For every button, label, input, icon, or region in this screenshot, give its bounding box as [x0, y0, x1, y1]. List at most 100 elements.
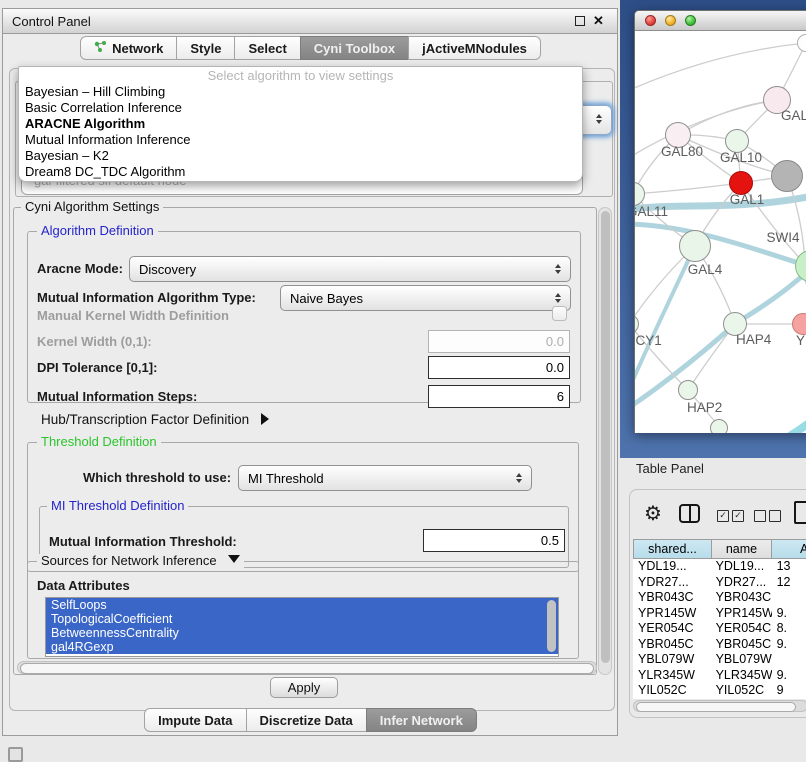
node-label: GAL1: [725, 192, 769, 207]
select-all-columns-icon[interactable]: ✓✓: [717, 510, 744, 522]
network-canvas[interactable]: GAL GAL80 GAL10 GAL1 GAL11 SWI4 GAL4 GCY…: [635, 32, 806, 433]
network-node-gray[interactable]: [771, 160, 803, 192]
table-row[interactable]: YDR27...YDR27...12: [633, 575, 806, 591]
cyni-algorithm-settings-title: Cyni Algorithm Settings: [21, 200, 163, 214]
mi-threshold-input[interactable]: [423, 529, 565, 552]
table-row[interactable]: YBL079WYBL079W: [633, 652, 806, 668]
attribute-item[interactable]: TopologicalCoefficient: [46, 612, 558, 626]
node-label: HAP4: [736, 332, 771, 347]
table-row[interactable]: YPR145WYPR145W9.: [633, 606, 806, 622]
attributes-list-scrollbar-thumb[interactable]: [547, 600, 556, 652]
expand-down-icon: [228, 555, 240, 563]
node-label: GAL4: [683, 262, 727, 277]
manual-kernel-width-checkbox: [552, 306, 567, 321]
tab-style[interactable]: Style: [176, 36, 235, 60]
threshold-definition-title: Threshold Definition: [37, 435, 161, 449]
settings-vertical-scrollbar[interactable]: [598, 207, 612, 675]
algorithm-option[interactable]: Mutual Information Inference: [19, 132, 582, 148]
table-row[interactable]: YER054CYER054C8.: [633, 621, 806, 637]
column-header-shared[interactable]: shared...: [633, 539, 712, 559]
which-threshold-combobox[interactable]: MI Threshold: [238, 465, 532, 491]
kernel-width-input: [428, 330, 570, 353]
which-threshold-value: MI Threshold: [248, 471, 324, 486]
table-hscrollbar-thumb[interactable]: [636, 702, 796, 712]
node-label: GAL10: [715, 150, 767, 165]
tab-jactivemnodules[interactable]: jActiveMNodules: [408, 36, 541, 60]
sources-group-title[interactable]: Sources for Network Inference: [37, 554, 244, 568]
kernel-width-label: Kernel Width (0,1):: [37, 334, 152, 349]
mi-threshold-group-title: MI Threshold Definition: [47, 499, 188, 513]
tab-select[interactable]: Select: [234, 36, 300, 60]
mi-algorithm-type-combobox[interactable]: Naive Bayes: [280, 285, 571, 311]
network-view-window: GAL GAL80 GAL10 GAL1 GAL11 SWI4 GAL4 GCY…: [634, 10, 806, 433]
node-label: HAP2: [687, 400, 722, 415]
attribute-item[interactable]: gal4RGexp: [46, 640, 558, 654]
control-panel-titlebar: Control Panel ✕: [3, 9, 617, 34]
algorithm-option[interactable]: Dream8 DC_TDC Algorithm: [19, 164, 582, 180]
node-label: Y: [796, 333, 805, 348]
combo-arrows-icon: [516, 473, 522, 483]
mi-steps-label: Mutual Information Steps:: [37, 389, 197, 404]
data-attributes-label: Data Attributes: [37, 578, 130, 593]
table-row[interactable]: YBR045CYBR045C9.: [633, 637, 806, 653]
tab-cyni-toolbox[interactable]: Cyni Toolbox: [300, 36, 409, 60]
zoom-traffic-light[interactable]: [685, 15, 696, 26]
column-header-clipped[interactable]: A: [771, 539, 806, 559]
node-label: SWI4: [761, 230, 805, 245]
mi-threshold-label: Mutual Information Threshold:: [49, 534, 237, 549]
float-window-icon[interactable]: [575, 16, 585, 26]
bottom-tabbar: Impute Data Discretize Data Infer Networ…: [3, 708, 619, 732]
tab-infer-network[interactable]: Infer Network: [366, 708, 477, 732]
table-row[interactable]: YIL052CYIL052C9: [633, 683, 806, 699]
node-label: GCY1: [635, 333, 662, 348]
attribute-item[interactable]: SelfLoops: [46, 598, 558, 612]
gear-icon[interactable]: ⚙: [644, 504, 662, 524]
table-row[interactable]: YLR345WYLR345W9.: [633, 668, 806, 684]
corner-widget-icon[interactable]: [8, 747, 23, 762]
aracne-mode-value: Discovery: [139, 262, 196, 277]
dpi-tolerance-label: DPI Tolerance [0,1]:: [37, 360, 157, 375]
tab-discretize-data[interactable]: Discretize Data: [246, 708, 367, 732]
network-node-partial-bottom[interactable]: [710, 419, 728, 433]
network-node-gal4[interactable]: [679, 230, 711, 262]
table-row[interactable]: YDL19...YDL19...13: [633, 559, 806, 575]
table-panel-window: ⚙ ✓✓ shared... name A YDL19...YDL19...13…: [629, 489, 806, 718]
control-panel-tabbar: Network Style Select Cyni Toolbox jActiv…: [3, 36, 619, 60]
table-horizontal-scrollbar[interactable]: [633, 700, 806, 712]
which-threshold-label: Which threshold to use:: [83, 470, 231, 485]
algorithm-option[interactable]: Bayesian – Hill Climbing: [19, 84, 582, 100]
mi-steps-input[interactable]: [428, 385, 570, 408]
node-label: GAL: [781, 108, 806, 123]
tab-impute-data[interactable]: Impute Data: [144, 708, 246, 732]
deselect-all-columns-icon[interactable]: [754, 510, 781, 522]
screen: Control Panel ✕ Network Style Select: [0, 0, 806, 762]
aracne-mode-combobox[interactable]: Discovery: [129, 256, 571, 282]
network-tab-icon: [94, 40, 107, 56]
hub-definition-expander[interactable]: Hub/Transcription Factor Definition: [41, 412, 269, 427]
close-traffic-light[interactable]: [645, 15, 656, 26]
network-node-hap2[interactable]: [678, 380, 698, 400]
combo-arrows-icon: [555, 264, 561, 274]
settings-hscrollbar-thumb[interactable]: [20, 663, 594, 674]
algorithm-option-selected[interactable]: ARACNE Algorithm: [19, 116, 582, 132]
node-label: GAL80: [657, 144, 707, 159]
minimize-traffic-light[interactable]: [665, 15, 676, 26]
new-table-icon[interactable]: [794, 501, 806, 524]
manual-kernel-width-label: Manual Kernel Width Definition: [37, 308, 229, 323]
apply-button[interactable]: Apply: [270, 677, 338, 698]
close-icon[interactable]: ✕: [593, 13, 604, 29]
tab-network-label: Network: [112, 41, 163, 56]
attribute-item[interactable]: BetweennessCentrality: [46, 626, 558, 640]
settings-horizontal-scrollbar[interactable]: [17, 661, 597, 674]
show-columns-icon[interactable]: [679, 504, 700, 523]
tab-network[interactable]: Network: [80, 36, 177, 60]
column-header-name[interactable]: name: [711, 539, 772, 559]
settings-scrollbar-thumb[interactable]: [601, 211, 610, 663]
algorithm-option[interactable]: Basic Correlation Inference: [19, 100, 582, 116]
combo-arrows-icon: [596, 114, 602, 124]
dpi-tolerance-input[interactable]: [428, 356, 570, 379]
mi-algorithm-type-label: Mutual Information Algorithm Type:: [37, 290, 256, 305]
table-row[interactable]: YBR043CYBR043C: [633, 590, 806, 606]
algorithm-option[interactable]: Bayesian – K2: [19, 148, 582, 164]
node-label: GAL11: [635, 204, 668, 219]
